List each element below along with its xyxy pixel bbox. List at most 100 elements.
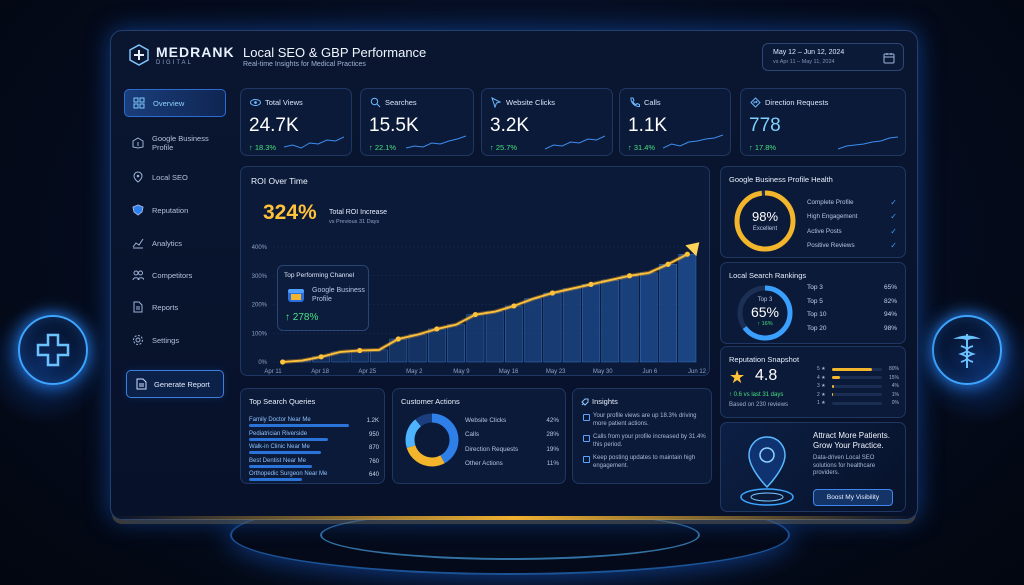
insights-list: Your profile views are up 18.3% driving … (583, 413, 707, 476)
top-channel-card[interactable]: Top Performing Channel Google Business P… (277, 265, 369, 331)
gbp-check-label: Positive Reviews (807, 242, 855, 250)
customer-actions-panel: Customer Actions Website Clicks 42% Calls 2… (392, 388, 566, 484)
query-row[interactable]: Walk-in Clinic Near Me 870 (249, 444, 379, 456)
ranking-value: 98% (883, 324, 897, 332)
query-row[interactable]: Orthopedic Surgeon Near Me 640 (249, 471, 379, 483)
promo-title: Attract More Patients. Grow Your Practic… (813, 431, 890, 450)
promo-text: Data-driven Local SEO solutions for heal… (813, 455, 876, 476)
sidebar-item-reputation[interactable]: Reputation (124, 196, 226, 224)
search-queries-panel: Top Search Queries Family Doctor Near Me… (240, 388, 385, 484)
customer-action-row: Direction Requests 19% (465, 442, 559, 457)
stat-card-total-views[interactable]: Total Views 24.7K ↑ 18.3% (240, 88, 352, 156)
calendar-icon (883, 53, 895, 64)
ranking-value: 94% (883, 311, 897, 319)
rankings-change: ↑ 16% (757, 321, 773, 327)
ranking-row: Top 5 82% (807, 295, 897, 309)
sparkline (838, 136, 898, 150)
gbp-health-status: Excellent (752, 226, 778, 232)
sparkline (284, 136, 344, 149)
y-tick-label: 400% (252, 245, 268, 251)
stat-card-calls[interactable]: Calls 1.1K ↑ 31.4% (619, 88, 731, 156)
sidebar-item-settings[interactable]: Settings (124, 326, 226, 354)
roi-point (626, 273, 633, 279)
date-range-picker[interactable]: May 12 – Jun 12, 2024 vs Apr 11 – May 11… (762, 43, 904, 71)
gbp-check-item: High Engagement ✓ (807, 210, 897, 225)
sidebar-item-competitors[interactable]: Competitors (124, 261, 226, 289)
sidebar-item-label: Google Business Profile (152, 134, 209, 152)
roi-total-label: Total ROI Increase (329, 209, 387, 216)
query-value: 640 (368, 472, 379, 478)
roi-bar (427, 328, 446, 363)
stat-card-searches[interactable]: Searches 15.5K ↑ 22.1% (360, 88, 474, 156)
rating-stars: 3 ★ (817, 383, 826, 390)
page-title: Local SEO & GBP Performance (243, 45, 427, 60)
star-icon: ★ (729, 367, 746, 387)
sidebar-item-label: Analytics (152, 238, 183, 248)
brand-logo[interactable]: MEDRANK DIGITAL (128, 44, 235, 66)
top-channel-name: Google Business Profile (312, 287, 365, 303)
query-row[interactable]: Best Dentist Near Me 760 (249, 458, 379, 470)
rankings-ring-label: Top 3 (757, 297, 773, 303)
query-bar (249, 464, 312, 468)
customer-action-label: Website Clicks (465, 416, 507, 424)
ranking-row: Top 10 94% (807, 308, 897, 322)
sidebar-item-label: Settings (152, 335, 180, 345)
stat-change: ↑ 18.3% (249, 143, 277, 152)
sidebar-item-label: Competitors (152, 270, 193, 280)
query-label: Family Doctor Near Me (249, 417, 311, 423)
roi-bar (620, 275, 639, 363)
query-bar (249, 437, 328, 441)
roi-total-value: 324% (263, 201, 317, 224)
chart-icon (132, 238, 144, 249)
ranking-label: Top 3 (807, 284, 823, 292)
x-tick-label: May 23 (546, 369, 566, 375)
eye-icon (250, 99, 261, 106)
sidebar-item-local-seo[interactable]: Local SEO (124, 163, 226, 191)
roi-point (665, 261, 671, 267)
stat-label: Direction Requests (765, 98, 829, 107)
gbp-health-title: Google Business Profile Health (729, 175, 833, 184)
caduceus-icon (932, 315, 1002, 385)
reputation-panel: Reputation Snapshot ★ 4.8 ↑ 0.6 vs last … (720, 346, 906, 418)
rating-stars: 5 ★ (817, 366, 826, 373)
query-row[interactable]: Family Doctor Near Me 1.2K (249, 417, 379, 429)
roi-bar (524, 298, 543, 363)
gbp-check-item: Complete Profile ✓ (807, 195, 897, 210)
customer-action-value: 11% (546, 460, 559, 468)
date-range: May 12 – Jun 12, 2024 (773, 49, 845, 56)
roi-bar (582, 284, 600, 363)
ranking-label: Top 20 (807, 324, 827, 332)
rating-pct: 1% (891, 391, 899, 398)
sidebar-item-google-business-profile[interactable]: Google Business Profile (124, 129, 226, 157)
generate-report-button[interactable]: Generate Report (126, 370, 224, 398)
sidebar-item-analytics[interactable]: Analytics (124, 229, 226, 257)
ranking-row: Top 20 98% (807, 322, 897, 336)
customer-action-value: 42% (546, 416, 559, 424)
sparkline (545, 135, 605, 150)
roi-point (395, 336, 401, 342)
reputation-title: Reputation Snapshot (729, 355, 800, 364)
gear-icon (133, 335, 143, 345)
check-icon: ✓ (890, 241, 897, 251)
sidebar-item-label: Overview (153, 98, 185, 108)
roi-panel: ROI Over Time 0% 100% 200% 300% 400% Apr 11 Ap… (240, 166, 710, 376)
sidebar-item-reports[interactable]: Reports (124, 293, 226, 321)
location-pin-icon (133, 171, 143, 183)
stat-card-direction-requests[interactable]: Direction Requests 778 ↑ 17.8% (740, 88, 906, 156)
rating-pct: 4% (891, 383, 899, 390)
sidebar-item-label: Reports (152, 302, 179, 312)
roi-point (511, 303, 517, 309)
phone-icon (630, 97, 640, 108)
stat-change: ↑ 22.1% (369, 143, 397, 152)
customer-action-row: Website Clicks 42% (465, 413, 559, 428)
sidebar-item-overview[interactable]: Overview (124, 89, 226, 117)
reputation-based: Based on 230 reviews (729, 402, 789, 408)
boost-visibility-button[interactable]: Boost My Visibility (813, 489, 893, 506)
rating-track (832, 393, 882, 397)
rating-row: 4 ★ 15% (817, 374, 899, 383)
query-row[interactable]: Pediatrician Riverside 950 (249, 431, 379, 443)
roi-bar (678, 253, 697, 363)
rating-row: 5 ★ 80% (817, 365, 899, 374)
stat-card-website-clicks[interactable]: Website Clicks 3.2K ↑ 25.7% (481, 88, 613, 156)
roi-bar (543, 292, 562, 363)
